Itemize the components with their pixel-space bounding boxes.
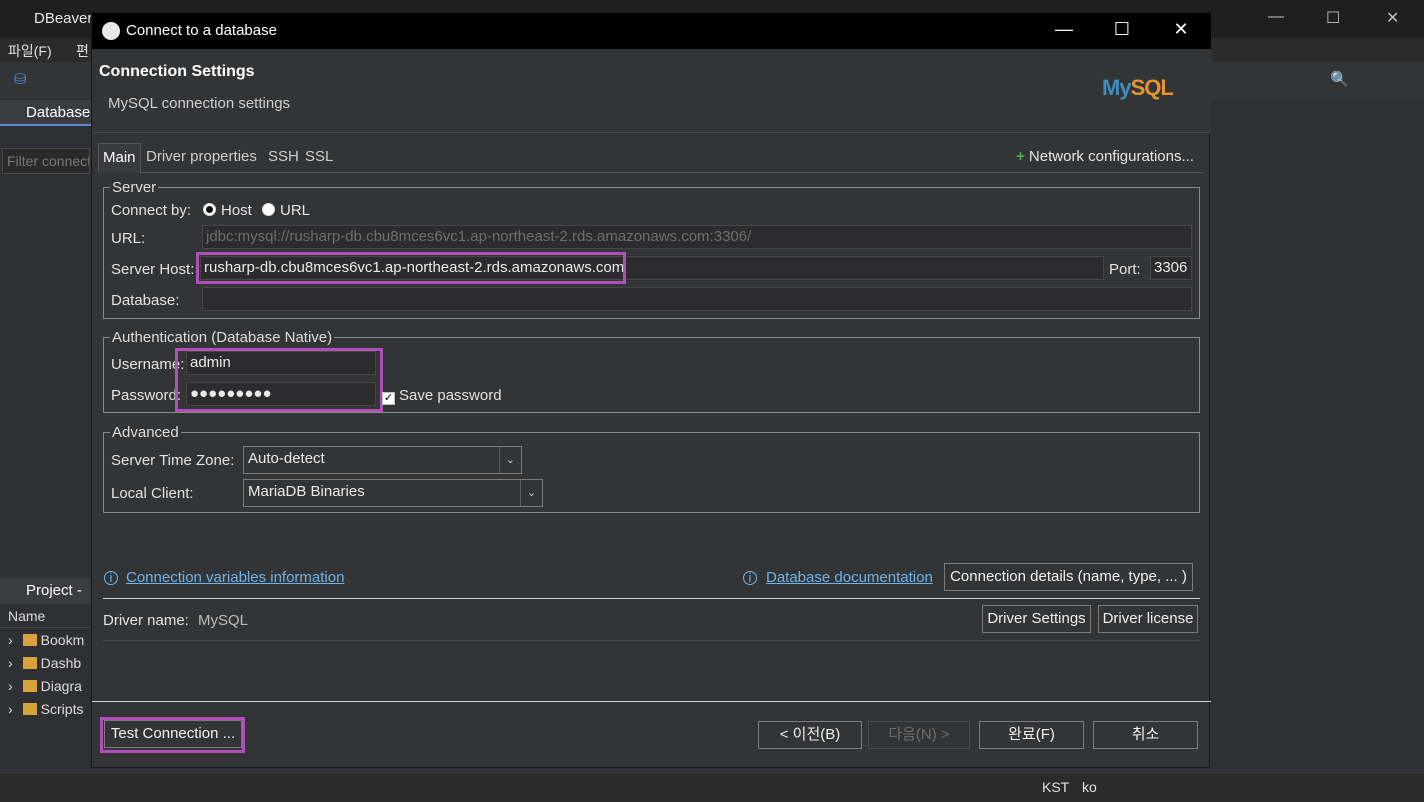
database-tab-label: Database — [26, 104, 91, 121]
highlight-box — [196, 252, 626, 284]
plus-icon: + — [1016, 148, 1025, 165]
next-button[interactable]: 다음(N) > — [868, 721, 970, 749]
tree-item[interactable]: › Scripts — [8, 701, 83, 717]
info-icon: i — [743, 571, 757, 585]
driver-settings-button[interactable]: Driver Settings — [982, 605, 1091, 633]
dialog-maximize-icon[interactable]: ☐ — [1107, 19, 1137, 40]
mysql-logo: MySQL — [1102, 75, 1174, 100]
connection-details-button[interactable]: Connection details (name, type, ... ) — [944, 563, 1193, 591]
tab-main[interactable]: Main — [98, 143, 141, 173]
driver-license-button[interactable]: Driver license — [1098, 605, 1198, 633]
driver-name-label: Driver name: — [103, 612, 189, 629]
url-label: URL: — [111, 230, 146, 247]
tree-item[interactable]: › Diagra — [8, 678, 82, 694]
server-host-label: Server Host: — [111, 261, 195, 278]
project-tab-label: Project - — [26, 582, 82, 599]
app-title: DBeaver — [34, 10, 93, 27]
language-status: ko — [1082, 779, 1097, 795]
database-documentation-link[interactable]: Database documentation — [766, 569, 933, 586]
url-radio[interactable]: URL — [262, 202, 310, 219]
server-legend: Server — [112, 179, 157, 196]
checkmark-icon: ✓ — [382, 392, 395, 405]
tab-driver-properties[interactable]: Driver properties — [146, 148, 257, 165]
tab-ssl[interactable]: SSL — [305, 148, 333, 165]
info-icon: i — [104, 571, 118, 585]
menu-edit[interactable]: 편 — [76, 41, 89, 61]
maximize-icon[interactable]: ☐ — [1326, 8, 1340, 28]
finish-button[interactable]: 완료(F) — [979, 721, 1084, 749]
name-column-label: Name — [8, 608, 46, 624]
database-field[interactable] — [202, 287, 1192, 311]
tab-bar: Main Driver properties SSH SSL + Network … — [98, 143, 1204, 173]
timezone-select[interactable]: Auto-detect ⌄ — [243, 446, 522, 474]
folder-icon — [22, 634, 37, 646]
connect-dialog: Connect to a database — ☐ ✕ Connection S… — [91, 12, 1211, 769]
dialog-body: Main Driver properties SSH SSL + Network … — [92, 135, 1211, 769]
dialog-title: Connect to a database — [126, 22, 277, 39]
timezone-status: KST — [1042, 779, 1070, 795]
folder-icon — [22, 680, 37, 692]
dbeaver-icon — [102, 22, 120, 40]
database-label: Database: — [111, 292, 180, 309]
advanced-legend: Advanced — [112, 424, 179, 441]
minimize-icon[interactable]: — — [1268, 8, 1284, 26]
project-tab[interactable]: Project - — [0, 578, 92, 604]
connection-variables-link[interactable]: Connection variables information — [126, 569, 344, 586]
footer-divider — [92, 701, 1211, 702]
password-label: Password: — [111, 387, 182, 404]
back-button[interactable]: < 이전(B) — [758, 721, 862, 749]
right-panel — [1210, 98, 1424, 770]
radio-selected-icon — [203, 203, 216, 216]
highlight-box — [100, 717, 245, 753]
connect-by-label: Connect by: — [111, 202, 192, 219]
filter-input[interactable]: Filter connect — [2, 148, 90, 174]
chevron-down-icon: ⌄ — [499, 447, 521, 473]
port-field[interactable]: 3306 — [1150, 256, 1192, 280]
database-navigator-tab[interactable]: Database — [0, 100, 92, 126]
name-column-header: Name — [0, 606, 92, 628]
network-config-button[interactable]: + Network configurations... — [1016, 148, 1194, 165]
header-title: Connection Settings — [99, 63, 255, 80]
tree-item[interactable]: › Dashb — [8, 655, 81, 671]
dialog-minimize-icon[interactable]: — — [1049, 19, 1079, 40]
menu-file[interactable]: 파일(F) — [8, 41, 52, 61]
dialog-titlebar: Connect to a database — ☐ ✕ — [92, 13, 1211, 49]
divider — [103, 640, 1200, 641]
new-connection-icon[interactable]: ⛁ — [14, 70, 27, 88]
driver-name-value: MySQL — [198, 612, 249, 629]
close-icon[interactable]: ✕ — [1386, 8, 1399, 28]
dialog-close-icon[interactable]: ✕ — [1166, 19, 1196, 40]
auth-legend: Authentication (Database Native) — [112, 329, 333, 346]
folder-icon — [22, 703, 37, 715]
chevron-down-icon: ⌄ — [520, 480, 542, 506]
local-client-label: Local Client: — [111, 485, 194, 502]
search-icon[interactable]: 🔍 — [1330, 70, 1349, 88]
radio-icon — [262, 203, 275, 216]
local-client-select[interactable]: MariaDB Binaries ⌄ — [243, 479, 543, 507]
highlight-box — [175, 348, 383, 412]
tab-ssh[interactable]: SSH — [268, 148, 299, 165]
divider — [103, 598, 1200, 599]
port-label: Port: — [1109, 261, 1141, 278]
url-field[interactable]: jdbc:mysql://rusharp-db.cbu8mces6vc1.ap-… — [202, 225, 1192, 249]
timezone-label: Server Time Zone: — [111, 452, 235, 469]
username-label: Username: — [111, 356, 185, 373]
host-radio[interactable]: Host — [203, 202, 252, 219]
status-bar: KST ko — [0, 772, 1424, 802]
header-subtitle: MySQL connection settings — [108, 95, 291, 112]
save-password-checkbox[interactable]: ✓ Save password — [382, 387, 502, 405]
dialog-header: Connection Settings MySQL connection set… — [92, 49, 1211, 133]
folder-icon — [22, 657, 37, 669]
tree-item[interactable]: › Bookm — [8, 632, 84, 648]
cancel-button[interactable]: 취소 — [1093, 721, 1198, 749]
